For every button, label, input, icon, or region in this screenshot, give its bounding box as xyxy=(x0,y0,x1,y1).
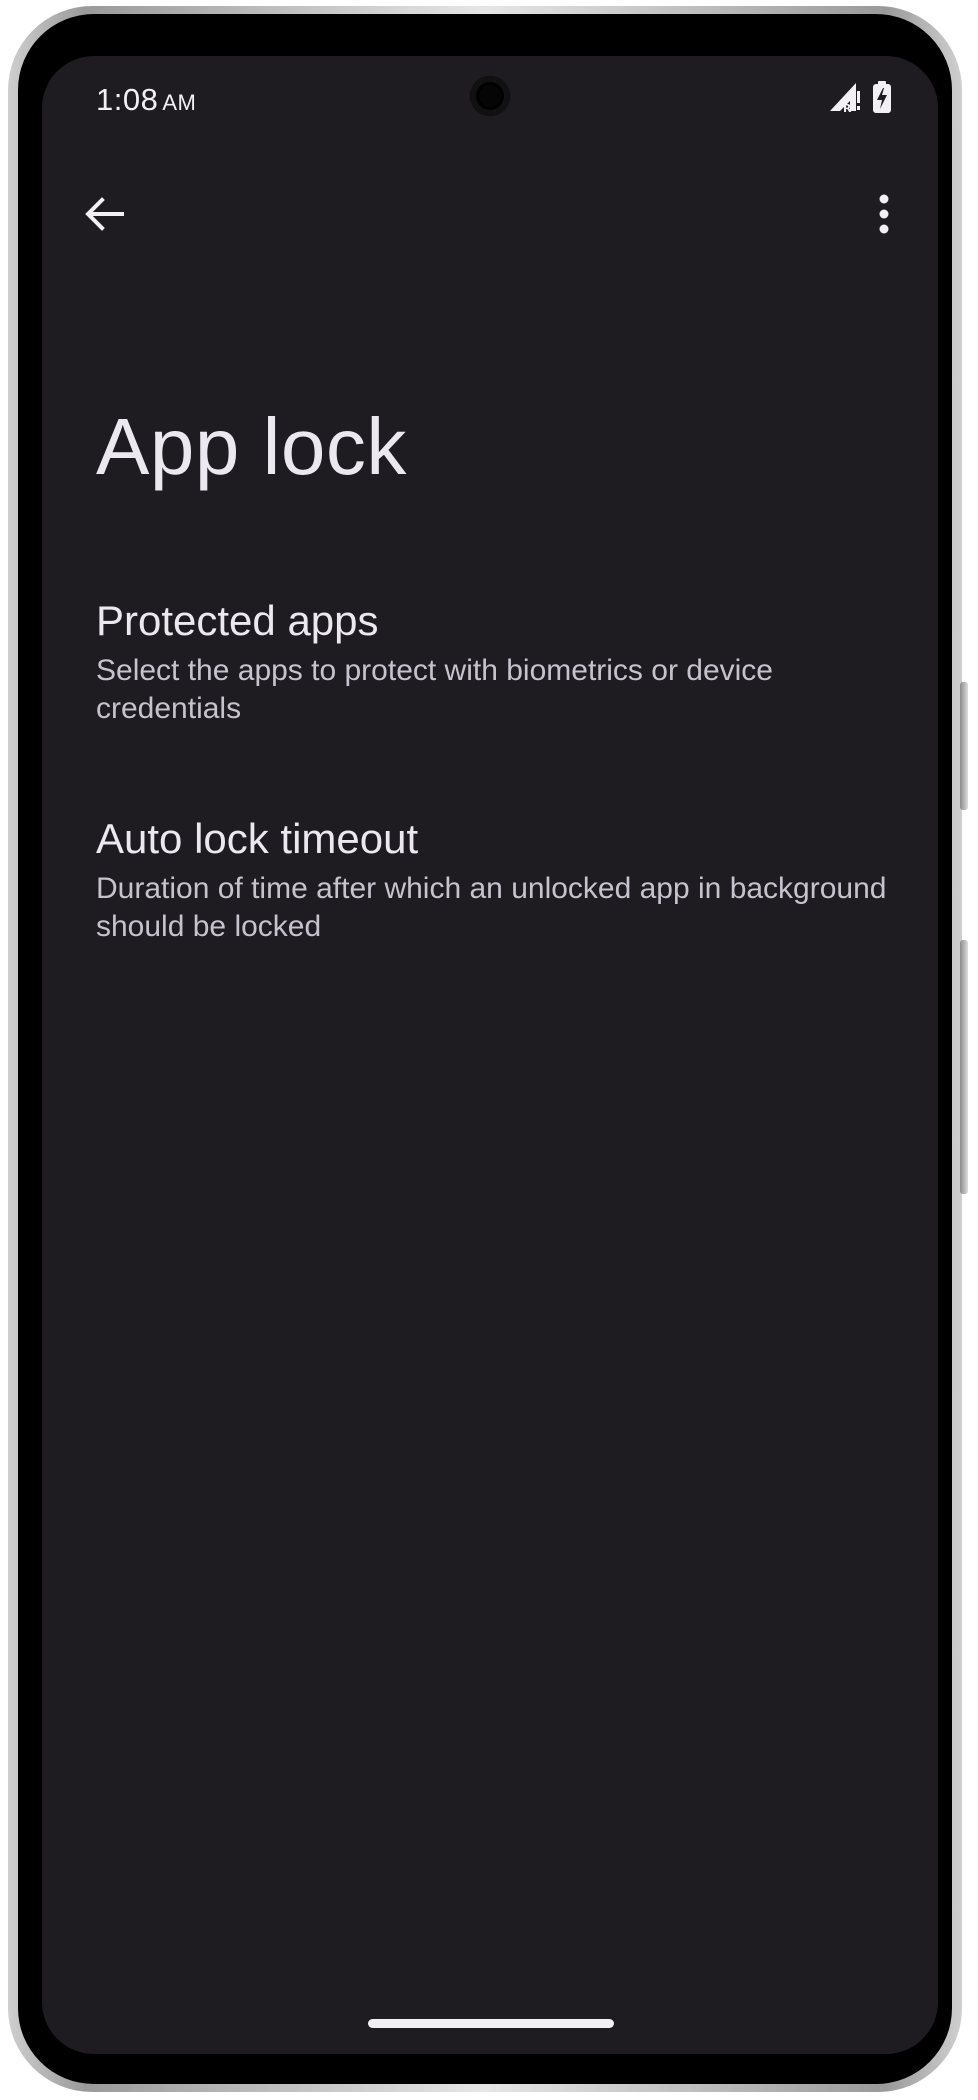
pref-summary: Select the apps to protect with biometri… xyxy=(96,654,773,725)
more-vertical-icon xyxy=(877,192,891,241)
arrow-back-icon xyxy=(82,192,126,241)
phone-frame: 1:08 AM R App lock Protected apps Select… xyxy=(8,6,968,2092)
top-app-bar xyxy=(42,176,938,256)
page-title: App lock xyxy=(96,402,407,491)
status-icons: R xyxy=(828,80,892,118)
volume-button xyxy=(960,682,968,810)
power-button xyxy=(960,940,968,1194)
pref-auto-lock-timeout[interactable]: Auto lock timeout Duration of time after… xyxy=(96,814,896,946)
pref-protected-apps[interactable]: Protected apps Select the apps to protec… xyxy=(96,596,896,728)
svg-text:R: R xyxy=(843,102,852,113)
screen: 1:08 AM R App lock Protected apps Select… xyxy=(42,56,938,2054)
pref-title: Protected apps xyxy=(96,597,379,644)
back-button[interactable] xyxy=(68,180,140,252)
front-camera xyxy=(470,76,510,116)
status-time: 1:08 AM xyxy=(96,82,196,118)
status-bar: 1:08 AM R xyxy=(42,56,938,136)
pref-summary: Duration of time after which an unlocked… xyxy=(96,872,887,943)
pref-title: Auto lock timeout xyxy=(96,815,419,862)
status-time-value: 1:08 xyxy=(96,82,159,117)
signal-roaming-icon: R xyxy=(828,81,862,118)
more-options-button[interactable] xyxy=(848,180,920,252)
battery-charging-icon xyxy=(872,80,892,118)
status-time-ampm: AM xyxy=(162,90,197,115)
home-gesture-bar[interactable] xyxy=(368,2019,614,2028)
